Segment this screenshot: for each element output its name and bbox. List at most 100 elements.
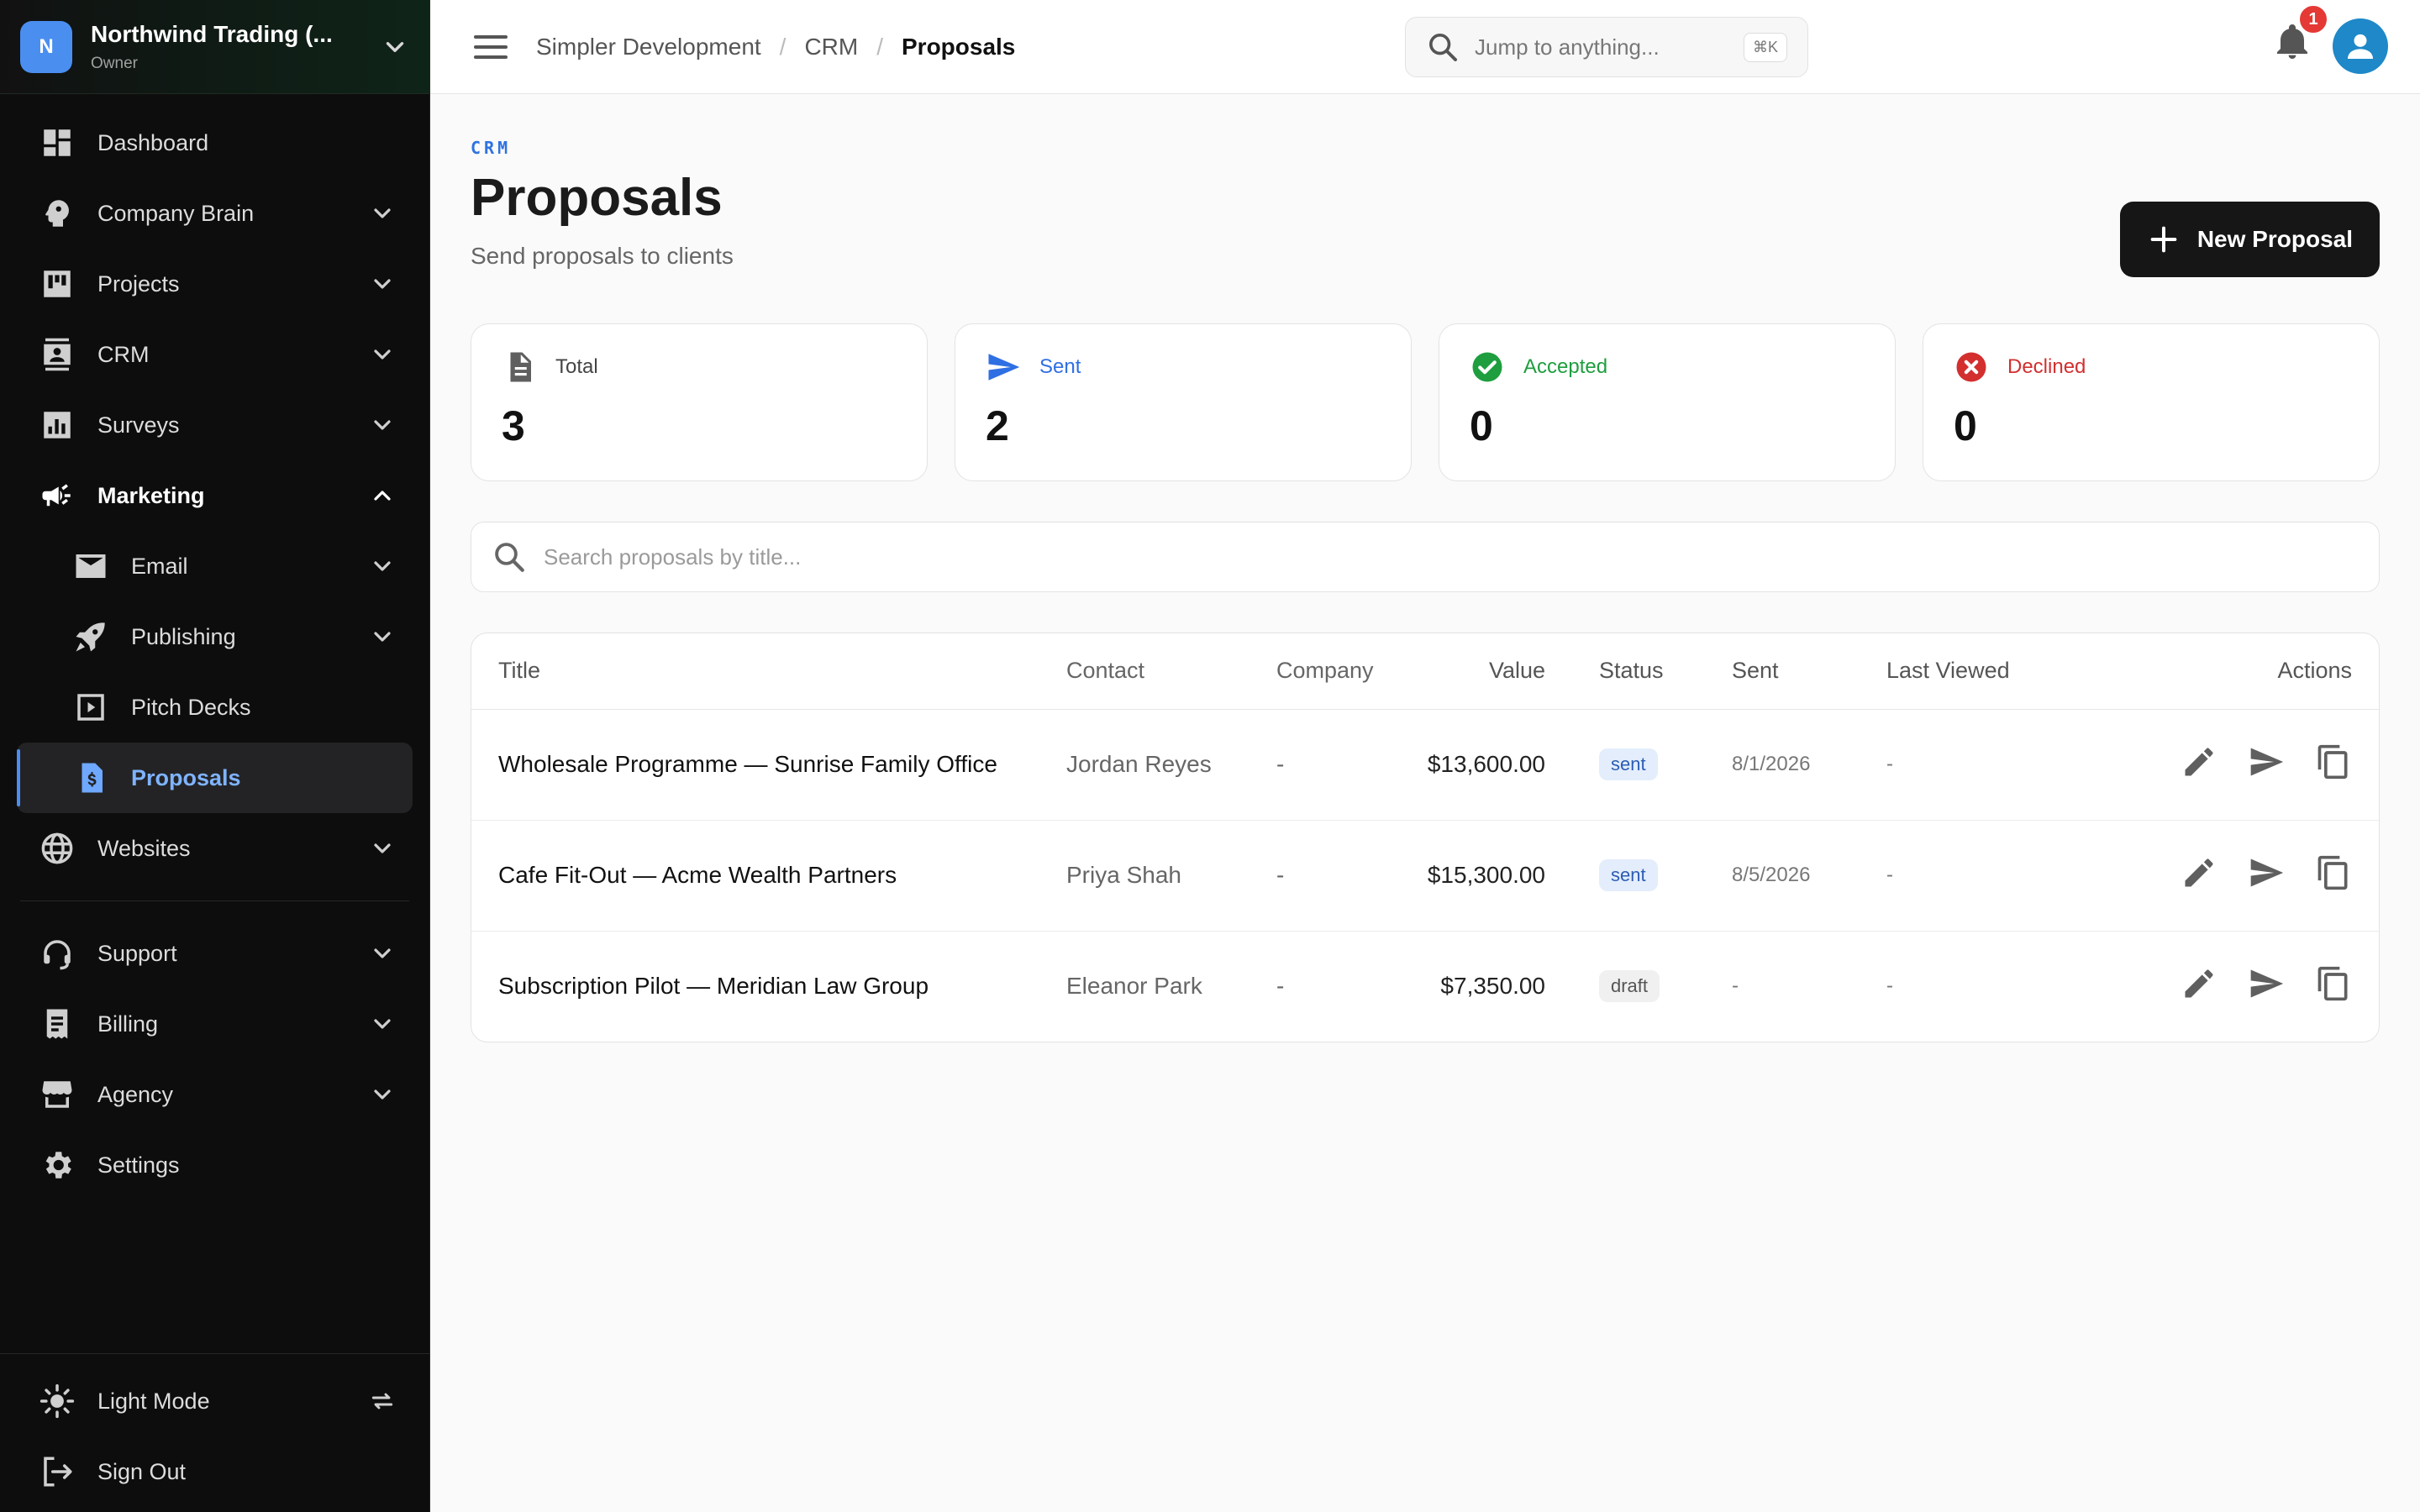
table-row[interactable]: Subscription Pilot — Meridian Law Group … xyxy=(471,931,2379,1042)
sidebar-item-label: Support xyxy=(97,940,177,966)
chevron-down-icon xyxy=(374,632,391,642)
sidebar-item-label: Projects xyxy=(97,270,180,297)
projects-icon xyxy=(39,265,76,302)
swap-icon xyxy=(371,1393,393,1410)
copy-icon[interactable] xyxy=(2315,965,2352,1002)
stat-value: 2 xyxy=(986,402,1009,449)
sun-icon xyxy=(39,1383,76,1420)
stat-card-sent: Sent 2 xyxy=(955,323,1412,481)
sidebar-item-publishing[interactable]: Publishing xyxy=(0,601,429,672)
command-search[interactable]: Jump to anything... ⌘K xyxy=(1405,17,1808,77)
sidebar-item-surveys[interactable]: Surveys xyxy=(0,390,429,460)
proposal-title[interactable]: Cafe Fit-Out — Acme Wealth Partners xyxy=(471,820,1066,932)
sidebar-item-billing[interactable]: Billing xyxy=(0,989,429,1059)
megaphone-icon xyxy=(39,477,76,514)
table-header-row: Title Contact Company Value Status Sent … xyxy=(471,633,2379,710)
chevron-down-icon xyxy=(374,843,391,853)
column-header-company[interactable]: Company xyxy=(1276,633,1411,710)
column-header-sent[interactable]: Sent xyxy=(1732,633,1886,710)
send-icon[interactable] xyxy=(2248,854,2285,891)
proposal-contact: Priya Shah xyxy=(1066,820,1276,932)
sidebar-item-websites[interactable]: Websites xyxy=(0,813,429,884)
edit-icon[interactable] xyxy=(2181,743,2217,780)
copy-icon[interactable] xyxy=(2315,854,2352,891)
breadcrumb-item[interactable]: Simpler Development xyxy=(536,34,761,60)
column-header-status[interactable]: Status xyxy=(1599,633,1732,710)
proposal-company: - xyxy=(1276,709,1411,821)
new-proposal-button[interactable]: New Proposal xyxy=(2119,202,2380,277)
menu-icon[interactable] xyxy=(471,27,511,67)
logout-icon xyxy=(39,1453,76,1490)
sidebar-item-crm[interactable]: CRM xyxy=(0,319,429,390)
contacts-icon xyxy=(39,336,76,373)
chevron-down-icon xyxy=(374,420,391,430)
stat-label: Accepted xyxy=(1523,355,1608,378)
proposals-table: Title Contact Company Value Status Sent … xyxy=(471,633,2380,1042)
proposal-value: $7,350.00 xyxy=(1440,973,1545,1000)
breadcrumb-current: Proposals xyxy=(902,33,1016,60)
plus-icon xyxy=(2150,226,2177,253)
send-icon[interactable] xyxy=(2248,743,2285,780)
stat-value: 3 xyxy=(502,402,525,449)
proposal-contact: Jordan Reyes xyxy=(1066,709,1276,821)
chevron-down-icon xyxy=(374,948,391,958)
notification-badge: 1 xyxy=(2297,3,2329,35)
search-input[interactable] xyxy=(544,543,2359,570)
sidebar-item-label: Settings xyxy=(97,1152,180,1178)
org-name: Northwind Trading (... xyxy=(91,20,333,47)
sidebar-item-agency[interactable]: Agency xyxy=(0,1059,429,1130)
proposal-company: - xyxy=(1276,973,1285,1000)
sidebar-item-proposals[interactable]: Proposals xyxy=(17,743,413,813)
edit-icon[interactable] xyxy=(2181,965,2217,1002)
search-icon xyxy=(495,543,524,572)
sidebar-item-support[interactable]: Support xyxy=(0,918,429,989)
stat-card-accepted: Accepted 0 xyxy=(1439,323,1896,481)
column-header-value[interactable]: Value xyxy=(1411,633,1599,710)
headset-icon xyxy=(39,935,76,972)
rocket-icon xyxy=(72,618,109,655)
column-header-title[interactable]: Title xyxy=(471,633,1066,710)
proposal-contact: Eleanor Park xyxy=(1066,973,1202,1000)
status-badge: sent xyxy=(1599,859,1658,891)
proposal-title[interactable]: Wholesale Programme — Sunrise Family Off… xyxy=(471,709,1066,821)
table-row[interactable]: Wholesale Programme — Sunrise Family Off… xyxy=(471,709,2379,821)
column-header-actions: Actions xyxy=(2070,633,2379,710)
send-icon[interactable] xyxy=(2248,965,2285,1002)
sidebar-item-settings[interactable]: Settings xyxy=(0,1130,429,1200)
sidebar-item-projects[interactable]: Projects xyxy=(0,249,429,319)
page-eyebrow: CRM xyxy=(471,138,512,158)
proposal-last-viewed: - xyxy=(1886,974,1893,998)
sidebar-item-company-brain[interactable]: Company Brain xyxy=(0,178,429,249)
column-header-last-viewed[interactable]: Last Viewed xyxy=(1886,633,2070,710)
org-switcher[interactable]: N Northwind Trading (... Owner xyxy=(0,0,429,94)
stat-label: Total xyxy=(555,355,598,378)
send-icon xyxy=(988,354,1020,381)
chevron-down-icon xyxy=(374,279,391,289)
sidebar-item-dashboard[interactable]: Dashboard xyxy=(0,108,429,178)
sidebar-item-pitch-decks[interactable]: Pitch Decks xyxy=(0,672,429,743)
document-icon xyxy=(510,352,531,382)
column-header-contact[interactable]: Contact xyxy=(1066,633,1276,710)
sidebar-item-marketing[interactable]: Marketing xyxy=(0,460,429,531)
org-avatar: N xyxy=(20,20,72,73)
user-icon xyxy=(2348,34,2373,59)
avatar[interactable] xyxy=(2333,18,2388,74)
new-proposal-label: New Proposal xyxy=(2196,226,2353,252)
proposal-title[interactable]: Subscription Pilot — Meridian Law Group xyxy=(471,931,1066,1042)
edit-icon[interactable] xyxy=(2181,854,2217,891)
status-badge: sent xyxy=(1599,748,1658,780)
chevron-down-icon xyxy=(374,349,391,360)
chevron-down-icon xyxy=(374,208,391,218)
sidebar-item-email[interactable]: Email xyxy=(0,531,429,601)
stat-card-total: Total 3 xyxy=(471,323,928,481)
sidebar-nav: Dashboard Company Brain Projects CRM Sur… xyxy=(0,94,429,1200)
chevron-down-icon[interactable] xyxy=(381,33,409,61)
breadcrumb-item[interactable]: CRM xyxy=(804,34,858,60)
main-content: CRM Proposals Send proposals to clients … xyxy=(471,94,2380,1042)
theme-toggle[interactable]: Light Mode xyxy=(0,1366,429,1436)
sign-out-button[interactable]: Sign Out xyxy=(0,1436,429,1507)
table-row[interactable]: Cafe Fit-Out — Acme Wealth Partners Priy… xyxy=(471,820,2379,932)
copy-icon[interactable] xyxy=(2315,743,2352,780)
sidebar: N Northwind Trading (... Owner Dashboard… xyxy=(0,0,430,1512)
proposal-sent-date: - xyxy=(1732,974,1739,998)
